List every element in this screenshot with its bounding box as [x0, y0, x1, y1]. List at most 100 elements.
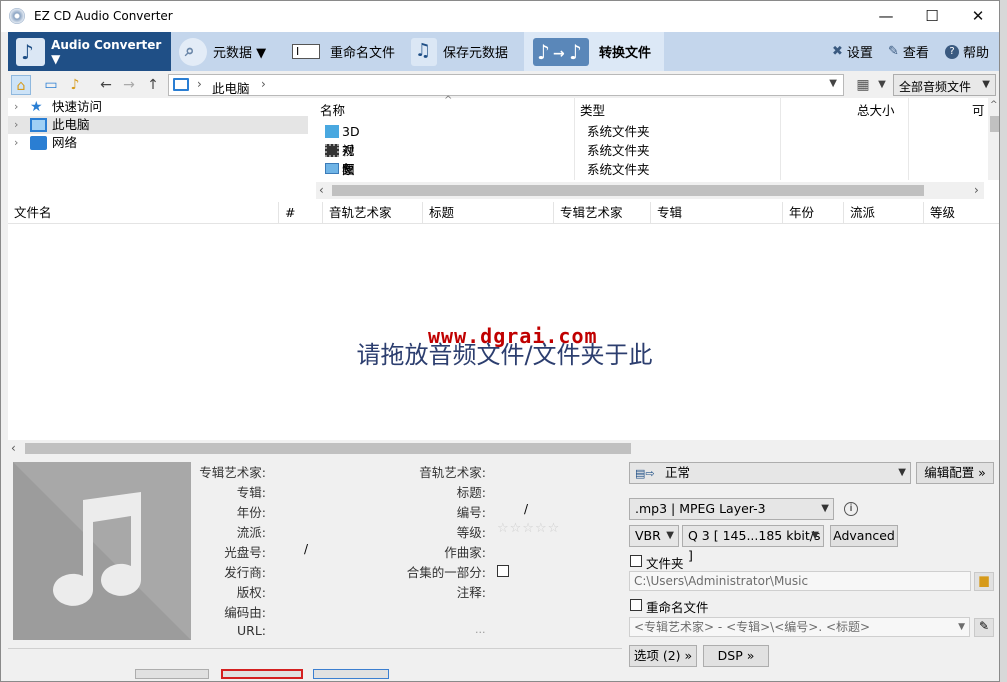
scroll-right-icon[interactable]: ›: [974, 183, 979, 197]
column-header-rating[interactable]: 等级: [924, 202, 999, 224]
column-header-album-artist[interactable]: 专辑艺术家: [554, 202, 651, 224]
bitrate-mode-select[interactable]: VBR ▼: [629, 525, 679, 547]
disc-separator: /: [304, 542, 309, 556]
scroll-up-icon[interactable]: ^: [990, 100, 998, 110]
path-separator-2: ›: [261, 77, 266, 91]
status-button[interactable]: [135, 669, 209, 679]
track-number-label: 编号:: [456, 505, 486, 520]
file-type: 系统文件夹: [587, 124, 650, 139]
app-window: EZ CD Audio Converter — ☐ ✕ ♪ Audio Conv…: [0, 0, 1000, 682]
file-list-hscrollbar[interactable]: ‹ ›: [316, 182, 984, 199]
scroll-left-icon[interactable]: ‹: [319, 183, 324, 197]
dropdown-arrow-icon: ▼: [958, 622, 965, 632]
settings-label: 设置: [846, 46, 873, 61]
address-bar[interactable]: › 此电脑 › ▼: [168, 74, 844, 96]
status-button[interactable]: [313, 669, 389, 679]
tree-item-network[interactable]: › 网络: [8, 134, 308, 152]
tree-label: 此电脑: [52, 117, 90, 132]
help-label: 帮助: [963, 46, 990, 61]
compilation-checkbox[interactable]: [497, 565, 509, 577]
forward-arrow-icon[interactable]: →: [119, 75, 139, 95]
expand-arrow-icon[interactable]: ›: [14, 134, 18, 152]
rating-stars[interactable]: ☆☆☆☆☆: [497, 521, 560, 536]
up-arrow-icon[interactable]: ↑: [143, 75, 163, 95]
file-list-vscrollbar[interactable]: ^: [988, 98, 999, 180]
back-arrow-icon[interactable]: ←: [96, 75, 116, 95]
encoded-by-label: 编码由:: [224, 605, 266, 620]
metadata-menu-button[interactable]: ⌕ 元数据 ▼: [171, 32, 283, 71]
column-header-name[interactable]: 名称: [320, 100, 345, 119]
column-divider: [780, 98, 781, 180]
scroll-thumb[interactable]: [25, 443, 631, 454]
file-type-filter[interactable]: 全部音频文件 ▼: [893, 74, 996, 96]
info-icon[interactable]: i: [844, 502, 858, 516]
genre-label: 流派:: [236, 525, 266, 540]
dsp-button[interactable]: DSP »: [703, 645, 769, 667]
column-header-filename[interactable]: 文件名: [8, 202, 279, 224]
help-icon: ?: [945, 44, 959, 59]
column-header-size[interactable]: 总大小: [857, 100, 895, 119]
advanced-button[interactable]: Advanced: [830, 525, 898, 547]
track-list-hscrollbar[interactable]: ‹: [8, 440, 999, 457]
options-button[interactable]: 选项 (2) »: [629, 645, 697, 667]
track-artist-label: 音轨艺术家:: [419, 465, 486, 480]
computer-icon[interactable]: ▭: [41, 75, 61, 95]
maximize-button[interactable]: ☐: [909, 1, 955, 32]
column-header-year[interactable]: 年份: [783, 202, 844, 224]
column-header-title[interactable]: 标题: [423, 202, 554, 224]
rename-pattern-value: <专辑艺术家> - <专辑>\<编号>. <标题>: [634, 620, 871, 634]
track-header-row: 文件名 # 音轨艺术家 标题 专辑艺术家 专辑 年份 流派 等级: [8, 202, 999, 224]
column-header-album[interactable]: 专辑: [651, 202, 783, 224]
save-metadata-button[interactable]: ♫ 保存元数据: [405, 32, 521, 71]
rename-files-button[interactable]: I 重命名文件: [286, 32, 402, 71]
folder-label: 文件夹: [646, 556, 684, 571]
output-folder-field[interactable]: C:\Users\Administrator\Music: [629, 571, 971, 591]
home-folder-icon[interactable]: ⌂: [11, 75, 31, 95]
column-header-available[interactable]: 可: [972, 100, 985, 119]
year-label: 年份:: [236, 505, 266, 520]
rename-checkbox[interactable]: [630, 599, 642, 611]
edit-pattern-icon[interactable]: ✎: [974, 618, 994, 637]
column-header-track-number[interactable]: #: [279, 202, 323, 224]
quality-select[interactable]: Q 3 [ 145...185 kbit/s ] ▼: [682, 525, 824, 563]
expand-arrow-icon[interactable]: ›: [14, 116, 18, 134]
url-field[interactable]: ...: [475, 623, 486, 636]
quality-value: Q 3 [ 145...185 kbit/s ]: [688, 528, 821, 563]
scroll-thumb[interactable]: [990, 116, 999, 132]
view-mode-icon[interactable]: ▦: [853, 75, 873, 95]
address-dropdown-icon[interactable]: ▼: [829, 78, 837, 89]
tree-item-quick-access[interactable]: › ★ 快速访问: [8, 98, 308, 116]
bitrate-mode-value: VBR: [635, 528, 661, 543]
rename-pattern-field[interactable]: <专辑艺术家> - <专辑>\<编号>. <标题> ▼: [629, 617, 970, 637]
view-mode-dropdown-icon[interactable]: ▼: [872, 75, 892, 95]
sort-ascending-icon: ^: [444, 95, 453, 106]
settings-button[interactable]: ✖ 设置: [832, 32, 892, 71]
minimize-button[interactable]: —: [863, 1, 909, 32]
help-button[interactable]: ? 帮助: [945, 32, 999, 71]
3d-objects-icon: [325, 125, 339, 138]
scroll-thumb[interactable]: [332, 185, 924, 196]
audio-converter-menu-button[interactable]: ♪ Audio Converter ▼: [8, 32, 171, 71]
tree-item-this-pc[interactable]: › 此电脑: [8, 116, 308, 134]
tree-label: 网络: [52, 135, 78, 150]
edit-profile-button[interactable]: 编辑配置 »: [916, 462, 994, 484]
close-button[interactable]: ✕: [955, 1, 999, 32]
column-header-genre[interactable]: 流派: [844, 202, 924, 224]
column-header-track-artist[interactable]: 音轨艺术家: [323, 202, 423, 224]
expand-arrow-icon[interactable]: ›: [14, 98, 18, 116]
status-button-highlighted[interactable]: [221, 669, 303, 679]
browse-folder-icon[interactable]: ▆: [974, 572, 994, 591]
file-type: 系统文件夹: [587, 162, 650, 177]
path-this-pc[interactable]: 此电脑: [212, 78, 250, 97]
profile-select[interactable]: ▤⇨ 正常 ▼: [629, 462, 911, 484]
view-button[interactable]: ✎ 查看: [888, 32, 946, 71]
folder-checkbox[interactable]: [630, 555, 642, 567]
compilation-label: 合集的一部分:: [406, 565, 486, 580]
scroll-left-icon[interactable]: ‹: [11, 441, 16, 455]
column-header-type[interactable]: 类型: [580, 100, 605, 119]
music-folder-icon[interactable]: ♪: [65, 75, 85, 95]
format-select[interactable]: .mp3 | MPEG Layer-3 ▼: [629, 498, 834, 520]
convert-files-button[interactable]: ♪ → ♪ 转换文件: [524, 32, 664, 71]
pc-icon: [30, 118, 47, 132]
status-bar: [8, 648, 622, 679]
